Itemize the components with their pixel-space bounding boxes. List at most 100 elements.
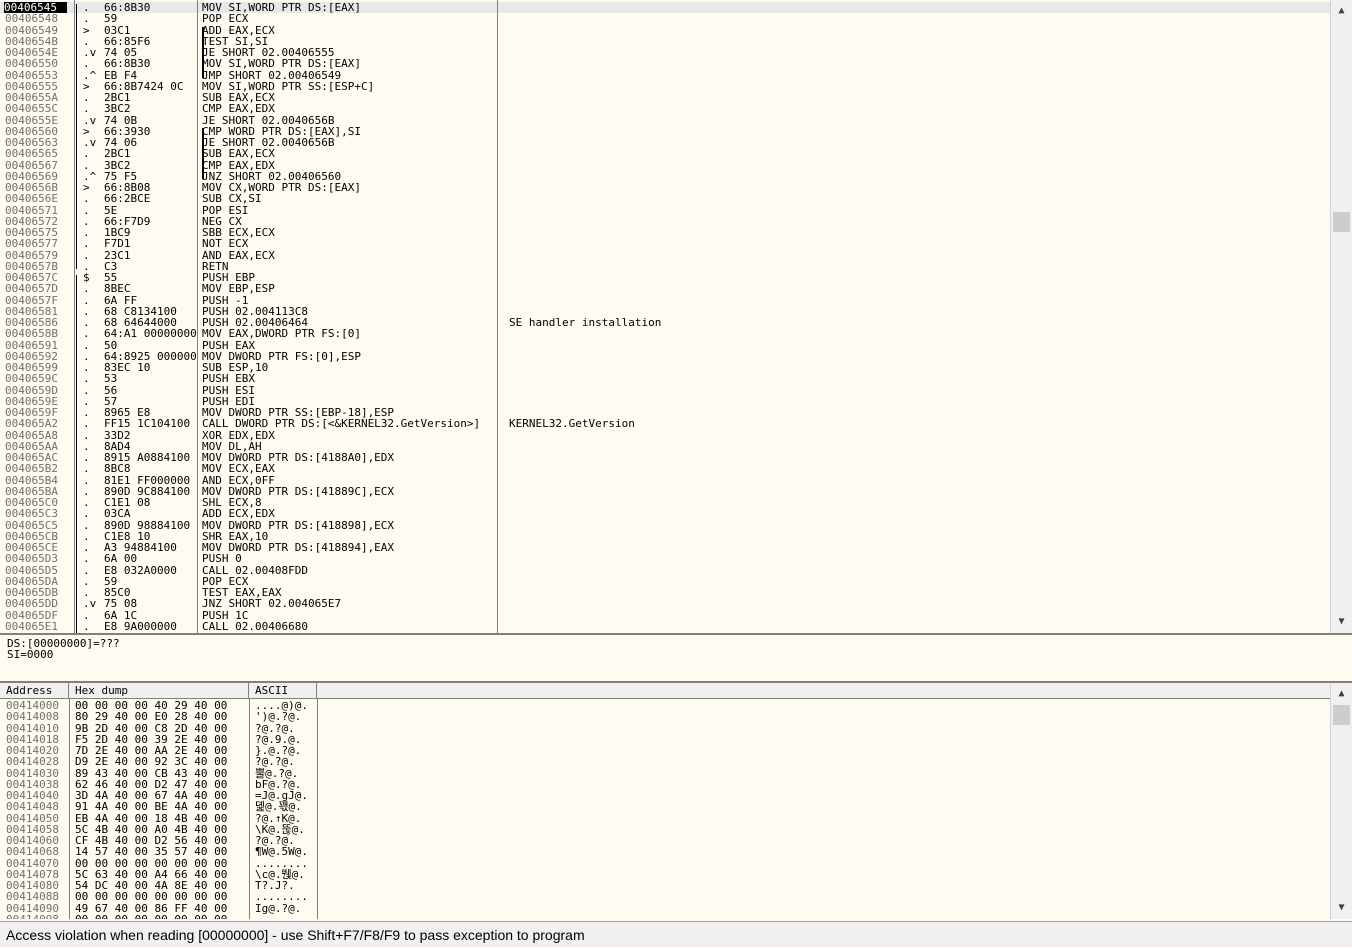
marker-cell: . — [83, 328, 90, 340]
address-cell: 0040659D — [5, 384, 58, 396]
disasm-row[interactable]: 00406560 >66:3930 CMP WORD PTR DS:[EAX],SI — [0, 126, 1331, 137]
disasm-row[interactable]: 0040657F. 6A FF PUSH -1 — [0, 295, 1331, 306]
disasm-row[interactable]: 0040657B. C3 RETN — [0, 261, 1331, 272]
disasm-row[interactable]: 0040659E. 57 PUSH EDI — [0, 396, 1331, 407]
hex-cell: 59 — [104, 575, 118, 587]
dump-row[interactable]: 00414008 80 29 40 00 E0 28 40 00 ')@.?@. — [0, 710, 1331, 724]
dump-pane[interactable]: Address Hex dump ASCII 00414000 00 00 00 … — [0, 683, 1352, 919]
disasm-row[interactable]: 00406545. 66:8B30 MOV SI,WORD PTR DS:[EAX] — [0, 2, 1331, 14]
scroll-down-arrow-icon[interactable]: ▼ — [1336, 903, 1347, 913]
hex-cell: 3BC2 — [104, 159, 131, 171]
disasm-row[interactable]: 0040655C. 3BC2 CMP EAX,EDX — [0, 103, 1331, 114]
disasm-row[interactable]: 004065C3. 03CA ADD ECX,EDX — [0, 508, 1331, 519]
disasm-row[interactable]: 0040656B >66:8B08 MOV CX,WORD PTR DS:[EAX] — [0, 182, 1331, 193]
disasm-row[interactable]: 0040658B. 64:A1 00000000 MOV EAX,DWORD PTR… — [0, 328, 1331, 339]
disasm-row[interactable]: 00406577. F7D1 NOT ECX — [0, 238, 1331, 249]
dump-row[interactable]: 00414088 00 00 00 00 00 00 00 00........ — [0, 891, 1331, 903]
disasm-row[interactable]: 0040659D. 56 PUSH ESI — [0, 385, 1331, 396]
disasm-row[interactable]: 00406555 >66:8B7424 0C MOV SI,WORD PTR SS:… — [0, 81, 1331, 92]
disassembly-scrollbar[interactable]: ▲ ▼ — [1330, 0, 1352, 633]
hex-cell: 53 — [104, 373, 118, 385]
column-header-address[interactable]: Address — [0, 683, 69, 699]
disasm-row[interactable]: 00406586. 68 64644000 PUSH 02.00406464 SE h… — [0, 317, 1331, 328]
disasm-row[interactable]: 00406572. 66:F7D9 NEG CX — [0, 216, 1331, 227]
dump-row[interactable]: 00414048 91 4A 40 00 BE 4A 40 00 뎵@.꽧@. — [0, 800, 1331, 814]
hex-cell: 03CA — [104, 508, 131, 520]
dump-ascii-cell: 뎵@.꽧@. — [255, 800, 302, 814]
disasm-row[interactable]: 004065DD .v 75 08 JNZ SHORT 02.004065E7 — [0, 598, 1331, 609]
disasm-row[interactable]: 00406592. 64:8925 00000000 MOV DWORD PTR F… — [0, 351, 1331, 362]
disasm-row[interactable]: 00406553 .^ EB F4 JMP SHORT 02.00406549 — [0, 70, 1331, 81]
scrollbar-thumb[interactable] — [1333, 212, 1350, 232]
disasm-cell: PUSH ESI — [202, 384, 255, 396]
disasm-row[interactable]: 0040654E .v 74 05 JE SHORT 02.00406555 — [0, 47, 1331, 58]
disasm-row[interactable]: 004065DA. 59 POP ECX — [0, 576, 1331, 587]
disasm-row[interactable]: 0040657D. 8BEC MOV EBP,ESP — [0, 283, 1331, 294]
hex-cell: 8BC8 — [104, 463, 131, 475]
dump-scrollbar[interactable]: ▲ ▼ — [1330, 683, 1352, 919]
hex-cell: F7D1 — [104, 238, 131, 250]
disasm-row[interactable]: 004065CB. C1E8 10 SHR EAX,10 — [0, 531, 1331, 542]
disasm-row[interactable]: 0040659F. 8965 E8 MOV DWORD PTR SS:[EBP-18… — [0, 407, 1331, 418]
disassembly-pane[interactable]: 00406545. 66:8B30 MOV SI,WORD PTR DS:[EAX]… — [0, 0, 1352, 635]
disasm-row[interactable]: 004065B4. 81E1 FF000000 AND ECX,0FF — [0, 475, 1331, 486]
disasm-row[interactable]: 00406563 .v 74 06 JE SHORT 02.0040656B — [0, 137, 1331, 148]
disasm-row[interactable]: 00406567. 3BC2 CMP EAX,EDX — [0, 160, 1331, 171]
disasm-row[interactable]: 004065D5. E8 032A0000 CALL 02.00408FDD — [0, 565, 1331, 576]
disasm-row[interactable]: 004065A8. 33D2 XOR EDX,EDX — [0, 430, 1331, 441]
column-header-ascii[interactable]: ASCII — [249, 683, 317, 699]
marker-cell: . — [83, 407, 90, 419]
hex-cell: 68 64644000 — [104, 317, 177, 329]
disasm-row[interactable]: 00406549 >03C1 ADD EAX,ECX — [0, 25, 1331, 36]
disasm-row[interactable]: 00406575. 1BC9 SBB ECX,ECX — [0, 227, 1331, 238]
disasm-row[interactable]: 00406591. 50 PUSH EAX — [0, 340, 1331, 351]
hex-cell: 8965 E8 — [104, 407, 151, 419]
marker-cell: . — [83, 103, 90, 115]
scroll-up-arrow-icon[interactable]: ▲ — [1336, 6, 1347, 16]
disasm-row[interactable]: 004065DB. 85C0 TEST EAX,EAX — [0, 587, 1331, 598]
disasm-row[interactable]: 0040655A. 2BC1 SUB EAX,ECX — [0, 92, 1331, 103]
disasm-row[interactable]: 004065A2. FF15 1C104100 CALL DWORD PTR DS:… — [0, 418, 1331, 429]
disasm-row[interactable]: 0040659C. 53 PUSH EBX — [0, 373, 1331, 384]
disasm-row[interactable]: 00406548. 59 POP ECX — [0, 13, 1331, 24]
disasm-row[interactable]: 00406569 .^ 75 F5 JNZ SHORT 02.00406560 — [0, 171, 1331, 182]
disasm-row[interactable]: 0040656E. 66:2BCE SUB CX,SI — [0, 193, 1331, 204]
scroll-up-arrow-icon[interactable]: ▲ — [1336, 689, 1347, 699]
disasm-row[interactable]: 00406565. 2BC1 SUB EAX,ECX — [0, 148, 1331, 159]
hex-cell: 66:8B7424 0C — [104, 80, 184, 92]
marker-cell: .v — [83, 137, 97, 149]
disasm-row[interactable]: 004065E1. E8 9A000000 CALL 02.00406680 — [0, 621, 1331, 632]
scroll-down-arrow-icon[interactable]: ▼ — [1336, 617, 1347, 627]
disasm-cell: MOV SI,WORD PTR DS:[EAX] — [202, 2, 361, 14]
disasm-cell: MOV DWORD PTR DS:[4188A0],EDX — [202, 452, 395, 464]
disasm-row[interactable]: 004065AA. 8AD4 MOV DL,AH — [0, 441, 1331, 452]
disasm-row[interactable]: 004065C0. C1E1 08 SHL ECX,8 — [0, 497, 1331, 508]
hex-column-separator — [197, 0, 198, 633]
status-bar: Access violation when reading [00000000]… — [0, 921, 1352, 947]
disasm-row[interactable]: 004065DF. 6A 1C PUSH 1C — [0, 610, 1331, 621]
disasm-cell: MOV DWORD PTR DS:[418898],ECX — [202, 519, 395, 531]
dump-row[interactable]: 00414028 D9 2E 40 00 92 3C 40 00 ?@.?@. — [0, 756, 1331, 768]
address-cell: 0040656E — [5, 193, 58, 205]
address-cell: 00406599 — [5, 362, 58, 374]
disasm-row[interactable]: 004065BA. 890D 9C884100 MOV DWORD PTR DS:[… — [0, 486, 1331, 497]
column-header-hex[interactable]: Hex dump — [69, 683, 249, 699]
disasm-row[interactable]: 00406579. 23C1 AND EAX,ECX — [0, 250, 1331, 261]
disasm-row[interactable]: 004065C5. 890D 98884100 MOV DWORD PTR DS:[… — [0, 520, 1331, 531]
disasm-row[interactable]: 0040654B. 66:85F6 TEST SI,SI — [0, 36, 1331, 47]
disasm-row[interactable]: 00406550. 66:8B30 MOV SI,WORD PTR DS:[EAX] — [0, 58, 1331, 69]
dump-row[interactable]: 00414098 00 00 00 00 00 00 00 00........ — [0, 913, 1331, 919]
disasm-row[interactable]: 004065CE. A3 94884100 MOV DWORD PTR DS:[41… — [0, 542, 1331, 553]
disasm-row[interactable]: 004065AC. 8915 A0884100 MOV DWORD PTR DS:[… — [0, 452, 1331, 463]
disasm-cell: POP ECX — [202, 575, 249, 587]
disasm-row[interactable]: 00406581. 68 C8134100 PUSH 02.004113C8 — [0, 306, 1331, 317]
disasm-row[interactable]: 004065B2. 8BC8 MOV ECX,EAX — [0, 463, 1331, 474]
dump-row[interactable]: 00414068 14 57 40 00 35 57 40 00 ¶W@.5W@. — [0, 846, 1331, 858]
disasm-row[interactable]: 004065D3. 6A 00 PUSH 0 — [0, 553, 1331, 564]
disasm-row[interactable]: 00406571. 5E POP ESI — [0, 205, 1331, 216]
dump-hex-cell: 80 29 40 00 E0 28 40 00 — [75, 710, 228, 724]
disasm-row[interactable]: 0040657C $55 PUSH EBP — [0, 272, 1331, 283]
disasm-row[interactable]: 00406599. 83EC 10 SUB ESP,10 — [0, 362, 1331, 373]
scrollbar-thumb[interactable] — [1333, 705, 1350, 725]
disasm-row[interactable]: 0040655E .v 74 0B JE SHORT 02.0040656B — [0, 115, 1331, 126]
